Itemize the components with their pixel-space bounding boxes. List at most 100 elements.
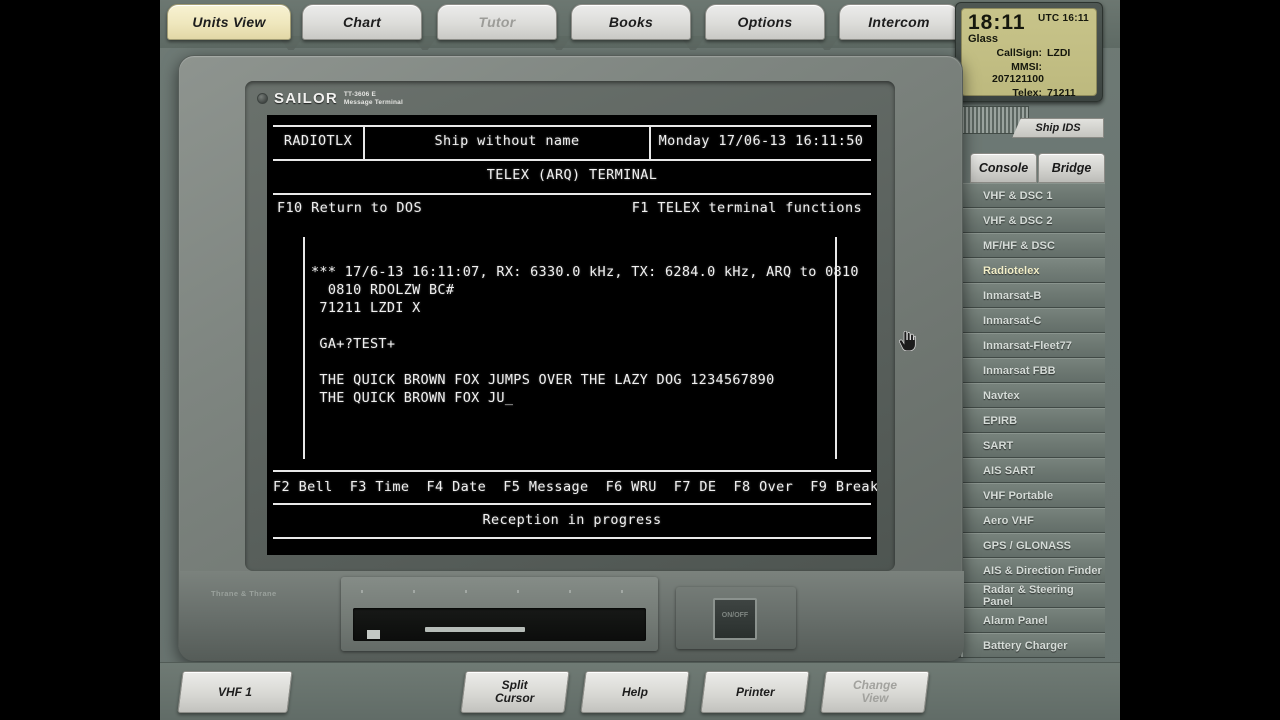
letterbox-left	[0, 0, 160, 720]
tab-intercom[interactable]: Intercom	[839, 4, 959, 40]
telex-line: GA+?TEST+	[311, 336, 396, 352]
tab-bridge[interactable]: Bridge	[1038, 153, 1105, 183]
telex-line: *** 17/6-13 16:11:07, RX: 6330.0 kHz, TX…	[311, 264, 859, 280]
bottom-toolbar: VHF 1 Split Cursor Help Printer Change V…	[160, 662, 1120, 720]
tab-label: Console	[978, 161, 1029, 175]
screen-ship-name: Ship without name	[434, 133, 580, 149]
telex-line: 0810 RDOLZW BC#	[311, 282, 455, 298]
model-description: Message Terminal	[343, 98, 403, 106]
telex-row: Telex: 71211	[968, 87, 1090, 99]
sidebar-item-inmarsat-c[interactable]: Inmarsat-C	[945, 308, 1105, 333]
sidebar-item-label: VHF & DSC 1	[983, 189, 1053, 202]
sidebar-item-label: AIS SART	[983, 464, 1036, 477]
mmsi-row: MMSI:207121100	[968, 61, 1090, 85]
tab-chart[interactable]: Chart	[302, 4, 422, 40]
tab-options[interactable]: Options	[705, 4, 825, 40]
sidebar-item-label: VHF Portable	[983, 489, 1054, 502]
tab-books[interactable]: Books	[571, 4, 691, 40]
sidebar-item-label: Inmarsat-C	[983, 314, 1042, 327]
telex-line: THE QUICK BROWN FOX JUMPS OVER THE LAZY …	[311, 372, 775, 388]
sidebar-item-battery-charger[interactable]: Battery Charger	[945, 633, 1105, 658]
sidebar-item-inmarsat-b[interactable]: Inmarsat-B	[945, 283, 1105, 308]
tab-tutor[interactable]: Tutor	[437, 4, 557, 40]
device-branding: SAILOR TT-3606 E Message Terminal	[257, 90, 403, 107]
sidebar-item-gps-glonass[interactable]: GPS / GLONASS	[945, 533, 1105, 558]
button-change-view[interactable]: Change View	[820, 671, 930, 713]
button-help[interactable]: Help	[580, 671, 690, 713]
sidebar-item-aero-vhf[interactable]: Aero VHF	[945, 508, 1105, 533]
tab-console[interactable]: Console	[970, 153, 1037, 183]
app-root: Units View Chart Tutor Books Options Int…	[0, 0, 1280, 720]
tab-units-view[interactable]: Units View	[167, 4, 291, 40]
sidebar-item-label: Radar & Steering Panel	[983, 583, 1074, 608]
screen-function-keys[interactable]: F2 Bell F3 Time F4 Date F5 Message F6 WR…	[273, 479, 877, 495]
brand-name: SAILOR	[274, 90, 338, 107]
power-button-label: ON/OFF	[721, 612, 749, 619]
mmsi-value: 207121100	[992, 73, 1044, 85]
screen-rule	[273, 193, 871, 195]
sidebar-item-ais-direction-finder[interactable]: AIS & Direction Finder	[945, 558, 1105, 583]
button-label: Change View	[852, 678, 897, 705]
screen-station-id: RADIOTLX	[283, 133, 353, 149]
ship-ids-button[interactable]: Ship IDS	[1012, 118, 1104, 138]
ship-ids-label: Ship IDS	[1035, 122, 1081, 134]
sidebar-item-navtex[interactable]: Navtex	[945, 383, 1105, 408]
sidebar-item-vhf-dsc-2[interactable]: VHF & DSC 2	[945, 208, 1105, 233]
screen-rule	[273, 470, 871, 472]
floppy-slot	[353, 608, 646, 641]
button-printer[interactable]: Printer	[700, 671, 810, 713]
equipment-sidebar: VHF & DSC 1 VHF & DSC 2 MF/HF & DSC Radi…	[945, 183, 1105, 670]
sidebar-item-label: Inmarsat-Fleet77	[983, 339, 1073, 352]
screen-title: TELEX (ARQ) TERMINAL	[486, 167, 658, 183]
screen-rule	[273, 537, 871, 539]
callsign-key: CallSign:	[996, 47, 1042, 59]
telex-screen[interactable]: RADIOTLX Ship without name Monday 17/06-…	[267, 115, 877, 555]
ship-name: Glass	[968, 33, 998, 45]
tab-label: Intercom	[868, 14, 930, 30]
sidebar-item-mf-hf-dsc[interactable]: MF/HF & DSC	[945, 233, 1105, 258]
sidebar-item-ais-sart[interactable]: AIS SART	[945, 458, 1105, 483]
screen-rule	[273, 159, 871, 161]
sidebar-item-sart[interactable]: SART	[945, 433, 1105, 458]
telex-key: Telex:	[1012, 87, 1042, 99]
sidebar-item-label: Navtex	[983, 389, 1020, 402]
telex-line: THE QUICK BROWN FOX JU_	[311, 390, 514, 406]
drive-screws-decor	[361, 590, 641, 593]
sidebar-item-label: AIS & Direction Finder	[983, 564, 1102, 577]
model-number: TT-3606 E	[343, 90, 377, 98]
sidebar-item-vhf-portable[interactable]: VHF Portable	[945, 483, 1105, 508]
button-vhf-1[interactable]: VHF 1	[177, 671, 293, 713]
sidebar-item-inmarsat-fleet77[interactable]: Inmarsat-Fleet77	[945, 333, 1105, 358]
telex-message-area[interactable]: *** 17/6-13 16:11:07, RX: 6330.0 kHz, TX…	[311, 263, 859, 407]
power-button[interactable]: ON/OFF	[713, 598, 757, 640]
telex-line: 71211 LZDI X	[311, 300, 421, 316]
letterbox-right	[1120, 0, 1280, 720]
device-model: TT-3606 E Message Terminal	[344, 91, 403, 107]
sidebar-item-label: SART	[983, 439, 1014, 452]
eject-button[interactable]	[367, 630, 380, 639]
screen-rule	[273, 503, 871, 505]
button-label: VHF 1	[217, 684, 252, 699]
tab-label: Bridge	[1051, 161, 1092, 175]
tab-label: Tutor	[478, 14, 516, 30]
screen-status-line: Reception in progress	[482, 512, 662, 528]
sidebar-item-label: EPIRB	[983, 414, 1018, 427]
sidebar-item-vhf-dsc-1[interactable]: VHF & DSC 1	[945, 183, 1105, 208]
sidebar-item-label: Aero VHF	[983, 514, 1034, 527]
manufacturer-label: Thrane & Thrane	[211, 589, 277, 598]
simulator-stage: Units View Chart Tutor Books Options Int…	[160, 0, 1120, 720]
sidebar-item-label: Alarm Panel	[983, 614, 1048, 627]
tab-label: Units View	[192, 14, 266, 30]
sidebar-item-radiotelex[interactable]: Radiotelex	[945, 258, 1105, 283]
sidebar-item-radar-steering-panel[interactable]: Radar & Steering Panel	[945, 583, 1105, 608]
button-split-cursor[interactable]: Split Cursor	[460, 671, 570, 713]
view-tab-group: Console Bridge	[970, 153, 1105, 183]
floppy-drive[interactable]	[341, 577, 658, 651]
tab-label: Books	[608, 14, 654, 30]
sidebar-item-alarm-panel[interactable]: Alarm Panel	[945, 608, 1105, 633]
callsign-row: CallSign: LZDI	[968, 47, 1090, 59]
sidebar-item-inmarsat-fbb[interactable]: Inmarsat FBB	[945, 358, 1105, 383]
sidebar-item-epirb[interactable]: EPIRB	[945, 408, 1105, 433]
sidebar-item-label: Inmarsat FBB	[983, 364, 1056, 377]
sailor-terminal-device: SAILOR TT-3606 E Message Terminal RADIOT…	[178, 55, 964, 661]
